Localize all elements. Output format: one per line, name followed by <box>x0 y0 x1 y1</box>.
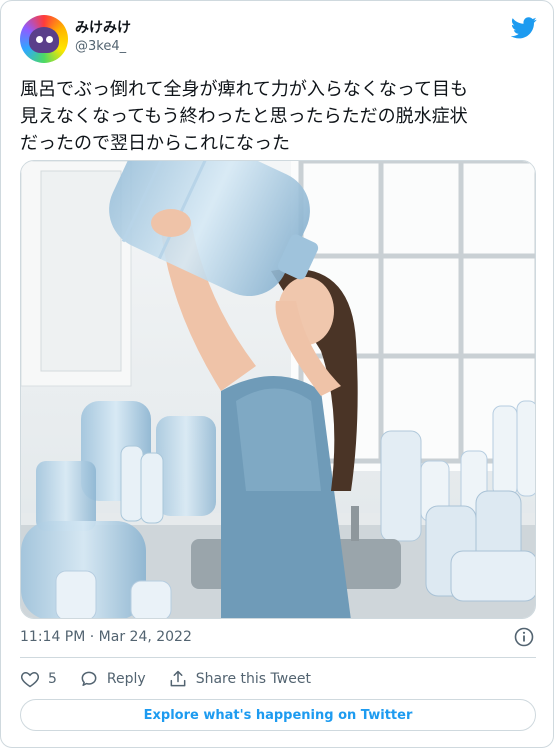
author-handle[interactable]: @3ke4_ <box>75 39 126 54</box>
author-name[interactable]: みけみけ <box>75 17 131 37</box>
share-icon <box>170 670 186 687</box>
like-button[interactable]: 5 <box>20 669 57 689</box>
like-count: 5 <box>48 671 57 687</box>
avatar-character <box>29 27 59 53</box>
tweet-actions: 5 Reply Share this Tweet <box>20 665 333 693</box>
share-label: Share this Tweet <box>195 671 311 687</box>
tweet-text: 風呂でぶっ倒れて全身が痺れて力が入らなくなって目も 見えなくなってもう終わったと… <box>20 79 469 154</box>
heart-icon <box>20 671 40 688</box>
divider <box>20 657 536 658</box>
reply-button[interactable]: Reply <box>79 669 146 689</box>
tweet-timestamp[interactable]: 11:14 PM · Mar 24, 2022 <box>20 629 192 645</box>
tweet-card: みけみけ @3ke4_ 風呂でぶっ倒れて全身が痺れて力が入らなくなって目も 見え… <box>0 0 554 748</box>
tweet-photo[interactable] <box>20 160 536 619</box>
info-icon[interactable] <box>514 627 534 647</box>
photo-illustration <box>21 161 535 618</box>
reply-label: Reply <box>106 671 146 687</box>
avatar[interactable] <box>20 15 68 63</box>
explore-button[interactable]: Explore what's happening on Twitter <box>20 699 536 731</box>
twitter-bird-icon[interactable] <box>511 17 537 39</box>
share-button[interactable]: Share this Tweet <box>168 669 311 689</box>
reply-icon <box>81 671 97 686</box>
